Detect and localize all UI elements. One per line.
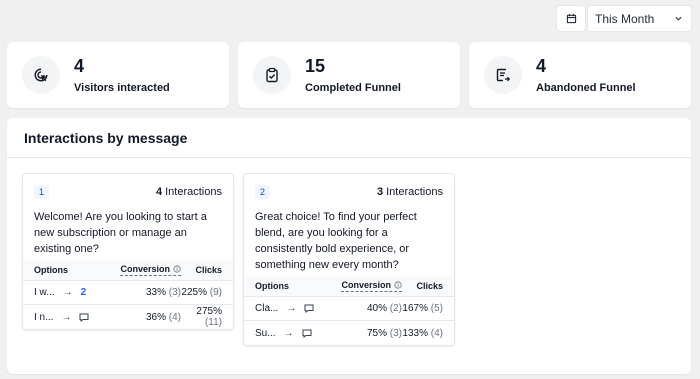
list-exit-icon [484,56,522,94]
option-row[interactable]: I w... → 2 33% (3) 225% (9) [23,281,233,305]
stat-label: Completed Funnel [305,82,401,94]
conversion-count: (3) [389,327,402,339]
message-index-badge: 1 [34,184,50,199]
message-icon[interactable] [304,304,314,313]
message-card: 1 4 Interactions Welcome! Are you lookin… [22,173,234,330]
option-label: Su... [255,327,276,339]
options-table-header: Options Conversion Clicks [244,276,454,297]
arrow-right-icon: → [62,287,73,298]
divider [7,157,691,158]
stat-value: 15 [305,56,326,76]
option-label: I w... [34,287,55,298]
chevron-down-icon [675,16,682,21]
clicks-header: Clicks [195,265,222,275]
clicks-count: (4) [430,327,443,339]
clicks-value: 275% [196,306,222,317]
cursor-click-icon [22,56,60,94]
clicks-count: (5) [430,303,443,314]
options-table-header: Options Conversion Clicks [23,260,233,281]
stat-card-visitors: 4 Visitors interacted [7,42,229,108]
arrow-right-icon: → [286,303,297,314]
period-select-value: This Month [595,11,655,26]
message-text: Great choice! To find your perfect blend… [255,211,417,271]
period-select[interactable]: This Month [587,5,692,32]
options-header: Options [255,281,289,291]
clipboard-check-icon [253,56,291,94]
option-row[interactable]: Cla... → 40% (2) 167% (5) [244,297,454,321]
conversion-value: 75% [366,327,387,339]
conversion-header[interactable]: Conversion [120,264,181,276]
calendar-icon [566,13,576,24]
interaction-count-label: Interactions [165,185,222,198]
message-card: 2 3 Interactions Great choice! To find y… [243,173,455,346]
interaction-count: 3 Interactions [377,186,443,198]
clicks-value: 133% [402,327,428,339]
stat-value: 4 [74,56,85,76]
stat-card-abandoned: 4 Abandoned Funnel [469,42,691,108]
stat-value: 4 [536,56,547,76]
message-icon[interactable] [79,313,89,322]
conversion-header[interactable]: Conversion [341,280,402,292]
conversion-count: (3) [168,287,181,298]
info-icon[interactable] [173,265,181,273]
stat-label: Abandoned Funnel [536,82,636,94]
date-picker-button[interactable] [556,5,586,32]
options-header: Options [34,265,68,275]
stat-card-completed: 15 Completed Funnel [238,42,460,108]
interaction-count-label: Interactions [386,185,443,198]
conversion-value: 33% [145,287,166,298]
interaction-count-value: 3 [376,185,384,198]
panel-title: Interactions by message [24,130,188,146]
conversion-count: (4) [168,311,181,323]
clicks-header: Clicks [416,281,443,291]
message-index-badge: 2 [255,184,271,199]
option-label: I n... [34,311,54,323]
option-row[interactable]: I n... → 36% (4) 275% (11) [23,305,233,329]
stat-label: Visitors interacted [74,82,170,94]
clicks-value: 167% [402,303,428,314]
conversion-value: 40% [366,303,387,314]
info-icon[interactable] [394,281,402,289]
conversion-count: (2) [389,303,402,314]
message-text: Welcome! Are you looking to start a new … [34,211,207,255]
option-row[interactable]: Su... → 75% (3) 133% (4) [244,321,454,345]
target-message-link[interactable]: 2 [81,287,87,298]
conversion-value: 36% [145,311,166,323]
clicks-value: 225% [181,287,207,298]
option-label: Cla... [255,303,279,314]
clicks-count: (9) [209,287,222,298]
arrow-right-icon: → [283,327,294,339]
clicks-count: (11) [204,317,222,328]
interaction-count: 4 Interactions [156,186,222,198]
conversion-header-label: Conversion [341,280,391,290]
message-icon[interactable] [302,329,312,338]
interaction-count-value: 4 [155,185,163,198]
conversion-header-label: Conversion [120,264,170,274]
arrow-right-icon: → [61,311,72,323]
